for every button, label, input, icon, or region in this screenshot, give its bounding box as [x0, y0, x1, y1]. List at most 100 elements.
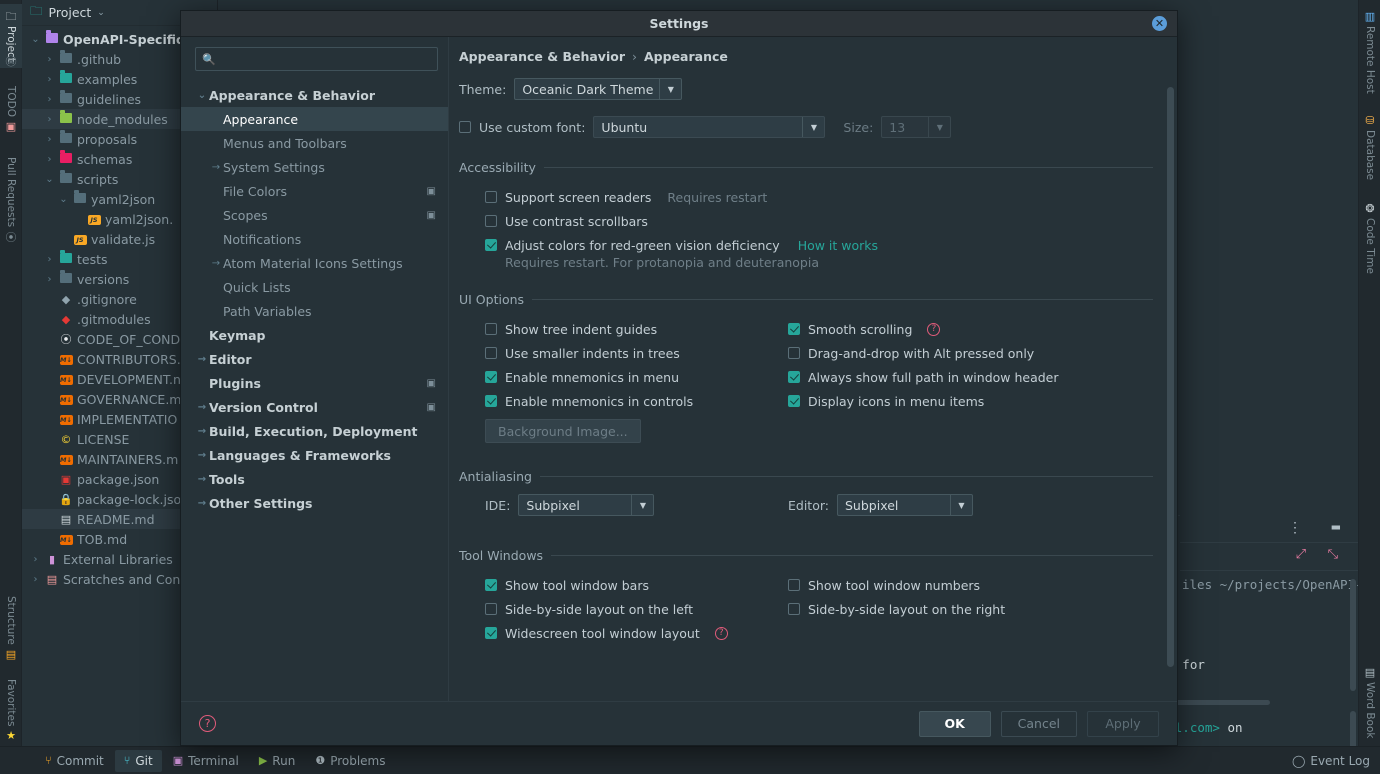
checkbox-adjust-colors-for-red-green-vision-deficiency[interactable]: [485, 239, 497, 251]
chevron-right-icon[interactable]: ›: [44, 254, 55, 265]
tool-button-favorites[interactable]: Favorites ★: [0, 672, 22, 748]
settings-tree-item-languages-frameworks[interactable]: → Languages & Frameworks: [181, 443, 448, 467]
checkbox-drag-and-drop-with-alt-pressed-only[interactable]: [788, 347, 800, 359]
accessibility-options[interactable]: Support screen readers Requires restart Us…: [459, 185, 1153, 257]
tool-button-remote-host[interactable]: ▥ Remote Host: [1359, 6, 1380, 98]
bottom-tab-git[interactable]: ⑂ Git: [114, 749, 162, 772]
chevron-right-icon[interactable]: ›: [44, 54, 55, 65]
checkbox-widescreen-tool-window-layout[interactable]: [485, 627, 497, 639]
settings-tree-item-appearance[interactable]: Appearance: [181, 107, 448, 131]
chevron-right-icon[interactable]: →: [209, 258, 223, 269]
editor-antialiasing-select[interactable]: Subpixel ▼: [837, 494, 973, 516]
bottom-tab-commit[interactable]: ⑂ Commit: [36, 750, 113, 772]
custom-font-select[interactable]: Ubuntu ▼: [593, 116, 826, 138]
theme-select[interactable]: Oceanic Dark Theme ▼: [514, 78, 683, 100]
chevron-right-icon[interactable]: →: [209, 162, 223, 173]
cancel-button[interactable]: Cancel: [1000, 710, 1077, 737]
chevron-down-icon[interactable]: ⌄: [30, 34, 41, 45]
settings-tree-item-other-settings[interactable]: → Other Settings: [181, 491, 448, 515]
settings-tree-item-plugins[interactable]: Plugins ▣: [181, 371, 448, 395]
settings-tree-item-quick-lists[interactable]: Quick Lists: [181, 275, 448, 299]
terminal-vscrollbar[interactable]: [1350, 579, 1356, 691]
settings-tree-item-editor[interactable]: → Editor: [181, 347, 448, 371]
chevron-right-icon[interactable]: ›: [30, 574, 41, 585]
chevron-right-icon[interactable]: →: [195, 354, 209, 365]
tool-button-maven[interactable]: Ⓜ: [0, 50, 22, 72]
ide-antialiasing-select[interactable]: Subpixel ▼: [518, 494, 655, 516]
chevron-down-icon[interactable]: ⌄: [97, 8, 105, 18]
checkbox-row[interactable]: Drag-and-drop with Alt pressed only: [788, 341, 1153, 365]
chevron-right-icon[interactable]: ›: [44, 114, 55, 125]
checkbox-always-show-full-path-in-window-header[interactable]: [788, 371, 800, 383]
settings-tree-item-appearance-behavior[interactable]: ⌄ Appearance & Behavior: [181, 83, 448, 107]
checkbox-row[interactable]: Enable mnemonics in menu: [485, 365, 788, 389]
checkbox-use-contrast-scrollbars[interactable]: [485, 215, 497, 227]
ok-button[interactable]: OK: [918, 710, 991, 737]
chevron-right-icon[interactable]: ›: [44, 154, 55, 165]
checkbox-enable-mnemonics-in-controls[interactable]: [485, 395, 497, 407]
settings-search-box[interactable]: 🔍: [195, 47, 438, 71]
checkbox-row[interactable]: Side-by-side layout on the right: [788, 597, 1153, 621]
checkbox-side-by-side-layout-on-the-right[interactable]: [788, 603, 800, 615]
checkbox-row[interactable]: Show tool window bars: [485, 573, 788, 597]
bottom-tab-terminal[interactable]: ▣ Terminal: [164, 750, 248, 772]
tool-windows-left-column[interactable]: Show tool window bars Side-by-side layout…: [485, 573, 788, 645]
chevron-right-icon[interactable]: ›: [30, 554, 41, 565]
how-it-works-link[interactable]: How it works: [798, 238, 878, 253]
use-custom-font-checkbox[interactable]: [459, 121, 471, 133]
checkbox-row[interactable]: Adjust colors for red-green vision defic…: [485, 233, 1153, 257]
close-icon[interactable]: ✕: [1152, 16, 1167, 31]
checkbox-side-by-side-layout-on-the-left[interactable]: [485, 603, 497, 615]
tool-button-code-time[interactable]: ❂ Code Time: [1359, 196, 1380, 280]
checkbox-row[interactable]: Always show full path in window header: [788, 365, 1153, 389]
help-icon[interactable]: ?: [199, 715, 216, 732]
checkbox-use-smaller-indents-in-trees[interactable]: [485, 347, 497, 359]
event-log-button[interactable]: ◯ Event Log: [1292, 754, 1370, 768]
tool-button-database[interactable]: ⛁ Database: [1359, 108, 1380, 188]
bottom-tab-problems[interactable]: ❶ Problems: [306, 750, 394, 772]
help-icon[interactable]: ?: [927, 322, 941, 336]
settings-category-tree[interactable]: ⌄ Appearance & Behavior Appearance Menus an…: [181, 83, 448, 515]
chevron-right-icon[interactable]: →: [195, 402, 209, 413]
checkbox-row[interactable]: Display icons in menu items: [788, 389, 1153, 413]
font-size-select[interactable]: 13 ▼: [881, 116, 952, 138]
bottom-tabs[interactable]: ⑂ Commit ⑂ Git ▣ Terminal ▶ Run ❶ Problems: [36, 749, 395, 772]
checkbox-row[interactable]: Use contrast scrollbars: [485, 209, 1153, 233]
settings-tree-item-menus-and-toolbars[interactable]: Menus and Toolbars: [181, 131, 448, 155]
settings-tree-item-file-colors[interactable]: File Colors ▣: [181, 179, 448, 203]
chevron-right-icon[interactable]: ›: [44, 134, 55, 145]
settings-tree-item-atom-material-icons-settings[interactable]: → Atom Material Icons Settings: [181, 251, 448, 275]
checkbox-show-tree-indent-guides[interactable]: [485, 323, 497, 335]
chevron-right-icon[interactable]: ›: [44, 274, 55, 285]
settings-tree-item-scopes[interactable]: Scopes ▣: [181, 203, 448, 227]
ui-options-left-column[interactable]: Show tree indent guides Use smaller inden…: [485, 317, 788, 413]
checkbox-row[interactable]: Support screen readers Requires restart: [485, 185, 1153, 209]
checkbox-smooth-scrolling[interactable]: [788, 323, 800, 335]
more-options-icon[interactable]: ⋮: [1288, 520, 1302, 536]
checkbox-display-icons-in-menu-items[interactable]: [788, 395, 800, 407]
chevron-right-icon[interactable]: →: [195, 498, 209, 509]
chevron-right-icon[interactable]: →: [195, 474, 209, 485]
chevron-down-icon[interactable]: ⌄: [195, 90, 209, 101]
checkbox-support-screen-readers[interactable]: [485, 191, 497, 203]
checkbox-enable-mnemonics-in-menu[interactable]: [485, 371, 497, 383]
bottom-tab-run[interactable]: ▶ Run: [250, 750, 304, 772]
tool-button-structure[interactable]: Structure ▤: [0, 590, 22, 666]
minimize-icon[interactable]: ▬: [1332, 519, 1340, 535]
settings-tree-item-path-variables[interactable]: Path Variables: [181, 299, 448, 323]
checkbox-row[interactable]: Use smaller indents in trees: [485, 341, 788, 365]
chevron-down-icon[interactable]: ⌄: [58, 194, 69, 205]
checkbox-row[interactable]: Smooth scrolling?: [788, 317, 1153, 341]
collapse-icon[interactable]: ⤡: [1328, 547, 1338, 562]
checkbox-row[interactable]: Side-by-side layout on the left: [485, 597, 788, 621]
chevron-right-icon[interactable]: →: [195, 426, 209, 437]
chevron-right-icon[interactable]: ›: [44, 94, 55, 105]
tool-button-pull-requests[interactable]: Pull Requests ⦿: [0, 148, 22, 252]
checkbox-show-tool-window-numbers[interactable]: [788, 579, 800, 591]
chevron-right-icon[interactable]: ›: [44, 74, 55, 85]
checkbox-row[interactable]: Show tool window numbers: [788, 573, 1153, 597]
chevron-right-icon[interactable]: →: [195, 450, 209, 461]
search-input[interactable]: [220, 51, 431, 67]
settings-tree-item-notifications[interactable]: Notifications: [181, 227, 448, 251]
settings-tree-item-build-execution-deployment[interactable]: → Build, Execution, Deployment: [181, 419, 448, 443]
